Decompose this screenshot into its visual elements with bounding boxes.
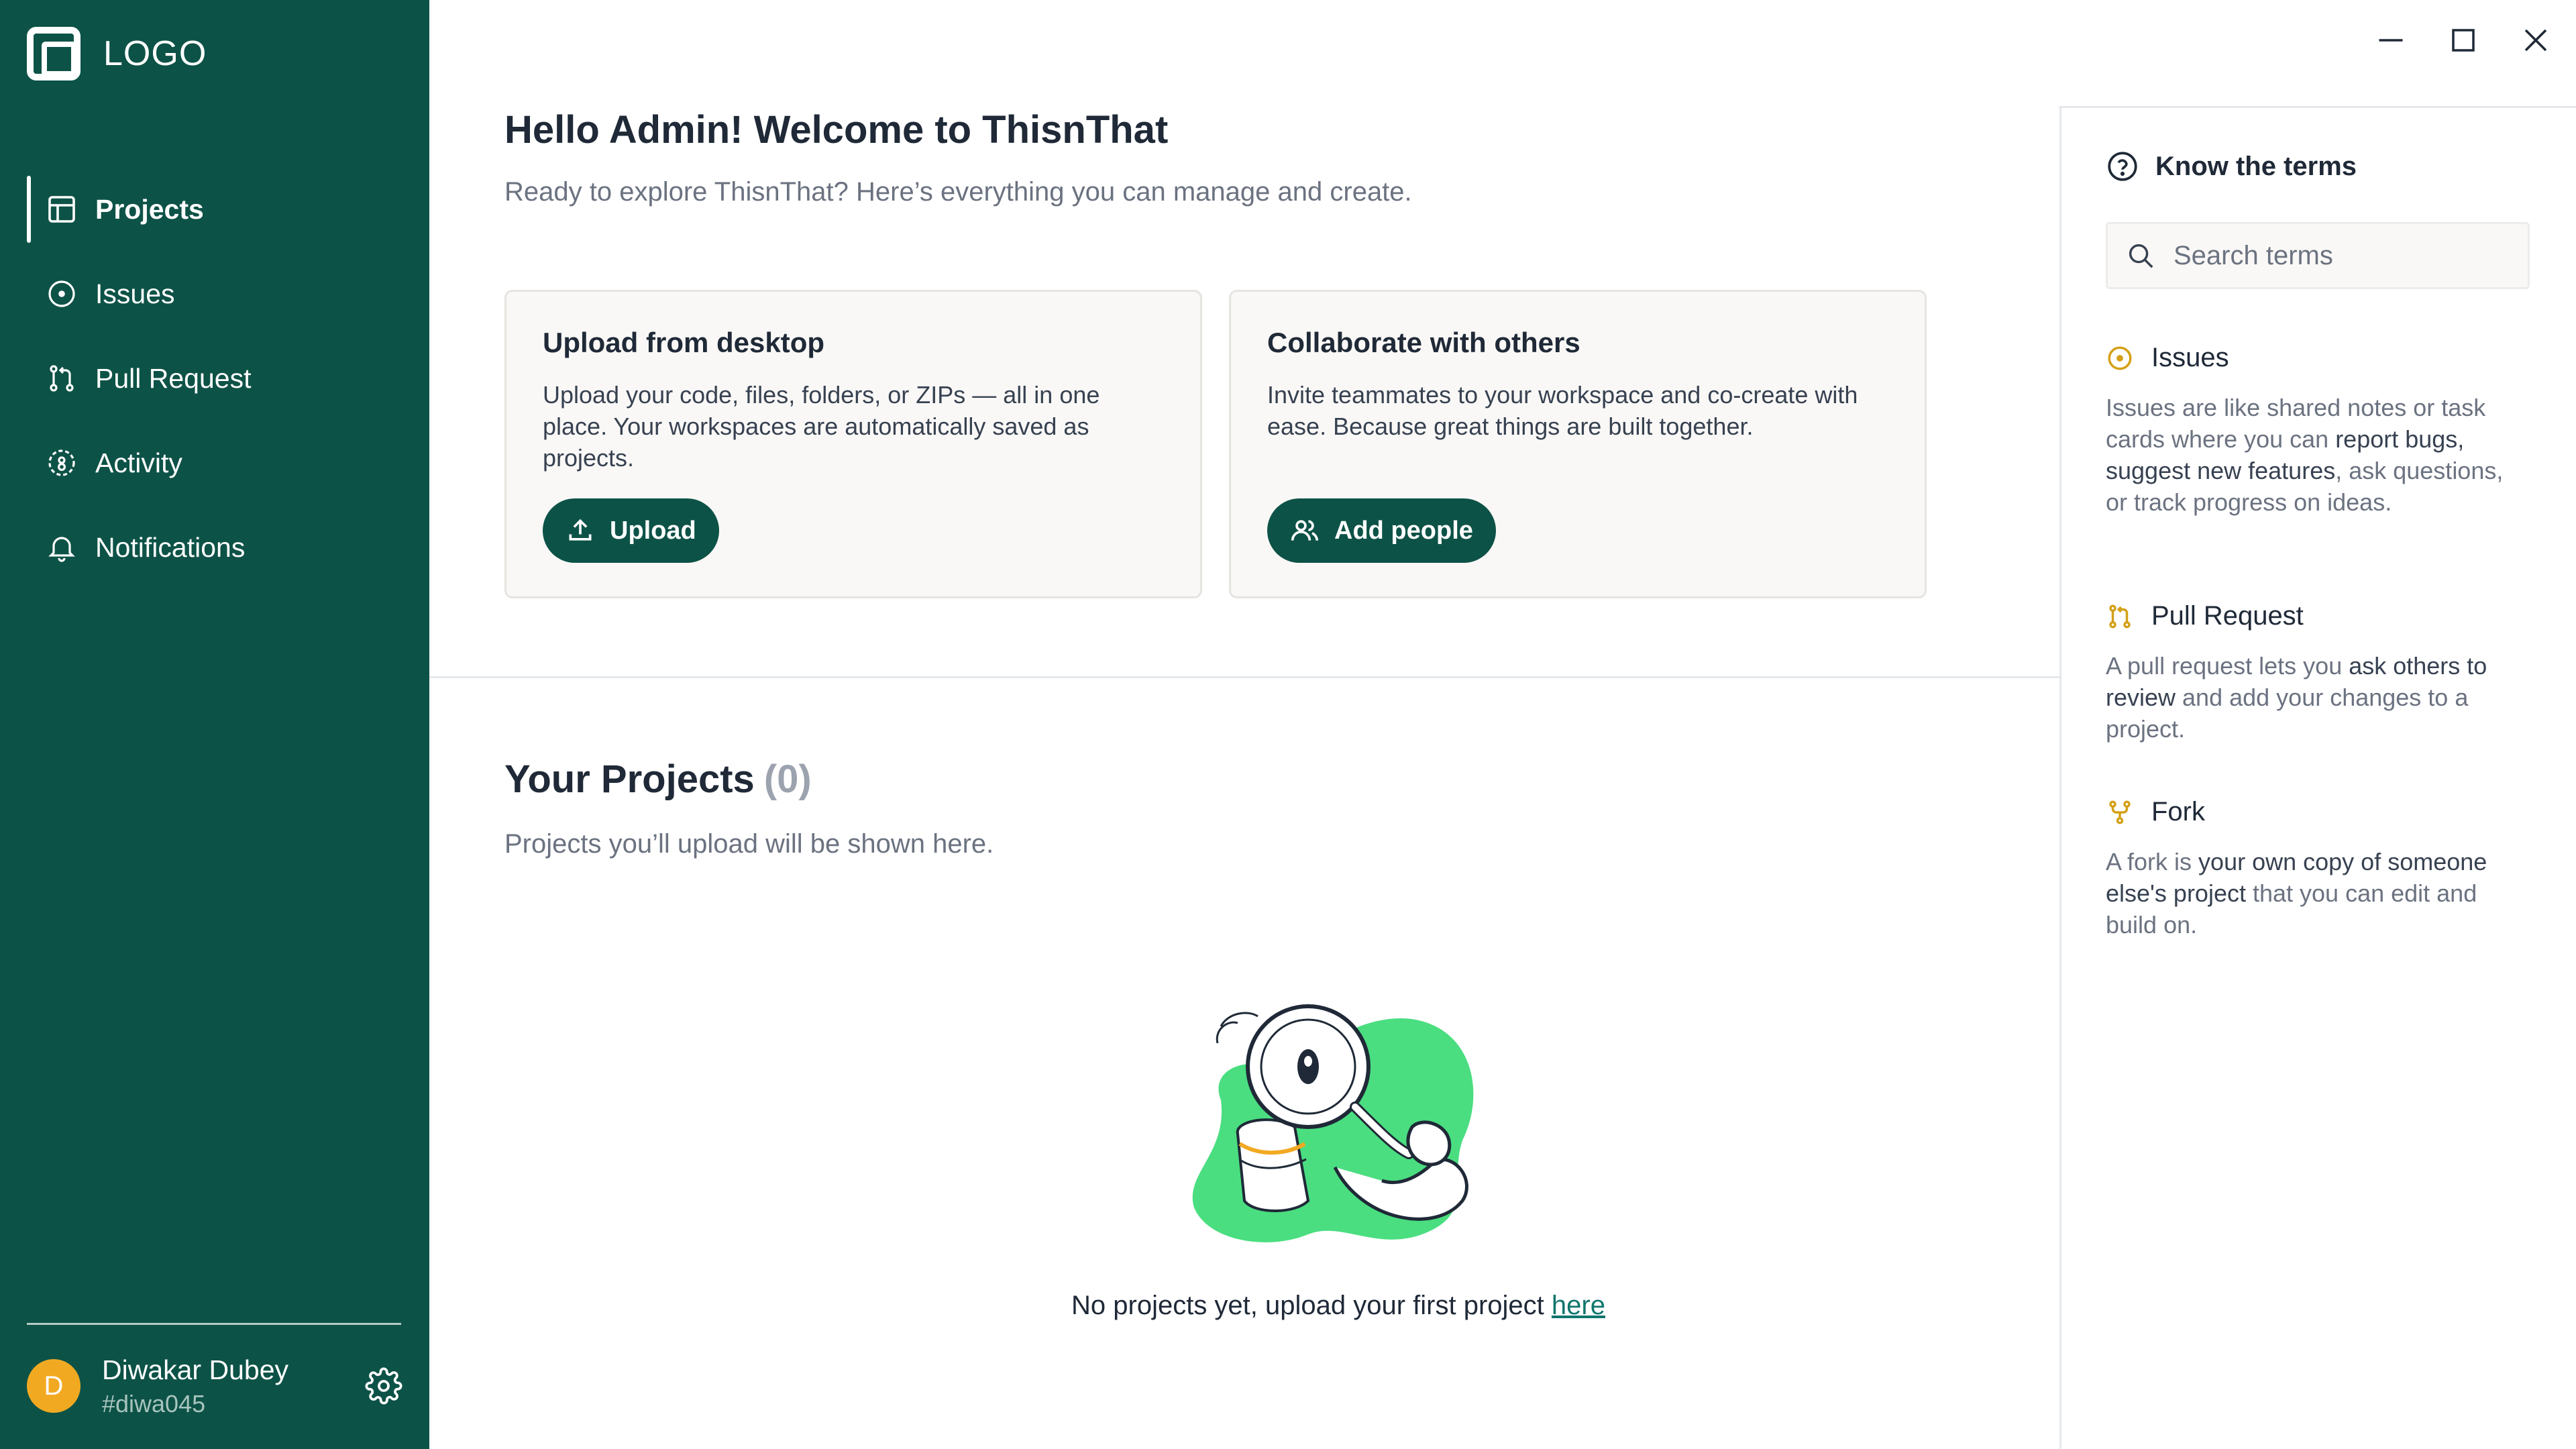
sidebar-item-label: Pull Request — [95, 362, 252, 394]
git-fork-icon — [2109, 800, 2131, 824]
sidebar-item-issues[interactable]: Issues — [27, 256, 402, 331]
term-description: Issues are like shared notes or task car… — [2106, 392, 2522, 518]
app-logo[interactable]: LOGO — [27, 27, 207, 80]
terms-search[interactable] — [2106, 222, 2530, 289]
empty-state-text: No projects yet, upload your first proje… — [1071, 1291, 1544, 1320]
sidebar-item-label: Issues — [95, 278, 175, 309]
logo-text: LOGO — [103, 34, 207, 73]
upload-card: Upload from desktop Upload your code, fi… — [504, 290, 1202, 598]
term-title: Fork — [2151, 797, 2205, 826]
sidebar-item-label: Activity — [95, 447, 182, 478]
terms-title: Know the terms — [2155, 151, 2357, 181]
users-icon — [1291, 520, 1319, 541]
search-input[interactable] — [2174, 240, 2522, 271]
add-people-button[interactable]: Add people — [1267, 498, 1496, 563]
user-profile[interactable]: D Diwakar Dubey #diwa045 — [27, 1352, 402, 1419]
sidebar-nav: Projects Issues Pull Request Activity No… — [27, 172, 402, 594]
card-title: Upload from desktop — [543, 327, 825, 358]
term-header: Fork — [2106, 797, 2522, 827]
sidebar-item-label: Projects — [95, 193, 204, 225]
card-text: Invite teammates to your workspace and c… — [1267, 381, 1858, 440]
gear-icon[interactable] — [365, 1367, 402, 1405]
activity-icon — [48, 449, 75, 476]
minimize-icon[interactable] — [2371, 20, 2411, 60]
user-name: Diwakar Dubey — [102, 1354, 288, 1385]
terms-header: Know the terms — [2106, 150, 2357, 183]
git-pull-request-icon — [50, 365, 74, 392]
empty-state-message: No projects yet, upload your first proje… — [429, 1291, 2247, 1321]
section-divider — [429, 676, 2059, 678]
projects-subtitle: Projects you’ll upload will be shown her… — [504, 829, 994, 859]
sidebar-divider — [27, 1323, 401, 1325]
projects-title-text: Your Projects — [504, 757, 755, 801]
logo-icon — [27, 27, 80, 80]
upload-button[interactable]: Upload — [543, 498, 719, 563]
close-icon[interactable] — [2516, 20, 2556, 60]
page-title: Hello Admin! Welcome to ThisnThat — [504, 108, 1169, 152]
sidebar-item-activity[interactable]: Activity — [27, 425, 402, 500]
term-text: A fork is — [2106, 848, 2199, 875]
circle-dot-icon — [48, 280, 75, 307]
term-header: Pull Request — [2106, 601, 2522, 631]
term-title: Pull Request — [2151, 601, 2304, 631]
sidebar: LOGO Projects Issues Pull Request Activi… — [0, 0, 429, 1449]
sidebar-item-label: Notifications — [95, 531, 246, 563]
term-header: Issues — [2106, 343, 2522, 373]
term-text: A pull request lets you — [2106, 652, 2349, 680]
maximize-icon[interactable] — [2443, 20, 2483, 60]
projects-title: Your Projects (0) — [504, 757, 812, 802]
user-handle: #diwa045 — [102, 1389, 206, 1417]
term-fork: Fork A fork is your own copy of someone … — [2106, 797, 2522, 941]
add-people-button-label: Add people — [1334, 516, 1473, 545]
sidebar-item-pull-request[interactable]: Pull Request — [27, 341, 402, 416]
upload-button-label: Upload — [610, 516, 696, 545]
term-description: A pull request lets you ask others to re… — [2106, 650, 2522, 745]
card-title: Collaborate with others — [1267, 327, 1580, 358]
sidebar-item-notifications[interactable]: Notifications — [27, 510, 402, 585]
page-subtitle: Ready to explore ThisnThat? Here’s every… — [504, 177, 1412, 207]
upload-here-link[interactable]: here — [1552, 1291, 1605, 1320]
upload-icon — [569, 519, 592, 541]
term-pull-request: Pull Request A pull request lets you ask… — [2106, 601, 2522, 745]
bell-icon — [48, 537, 75, 562]
collaborate-card: Collaborate with others Invite teammates… — [1229, 290, 1927, 598]
projects-count: (0) — [763, 757, 812, 801]
avatar: D — [27, 1359, 80, 1413]
card-text: Upload your code, files, folders, or ZIP… — [543, 381, 1100, 472]
terms-panel: Know the terms Issues Issues are like sh… — [2059, 106, 2576, 1449]
empty-state-illustration — [1192, 1004, 1474, 1242]
grid-icon — [48, 196, 75, 223]
search-icon — [2129, 244, 2153, 268]
term-issues: Issues Issues are like shared notes or t… — [2106, 343, 2522, 518]
circle-dot-icon — [2108, 346, 2132, 370]
user-info: Diwakar Dubey #diwa045 — [102, 1354, 288, 1418]
help-circle-icon — [2108, 152, 2137, 181]
term-title: Issues — [2151, 343, 2229, 372]
git-pull-request-icon — [2109, 604, 2131, 628]
term-description: A fork is your own copy of someone else'… — [2106, 846, 2522, 941]
sidebar-item-projects[interactable]: Projects — [27, 172, 402, 247]
